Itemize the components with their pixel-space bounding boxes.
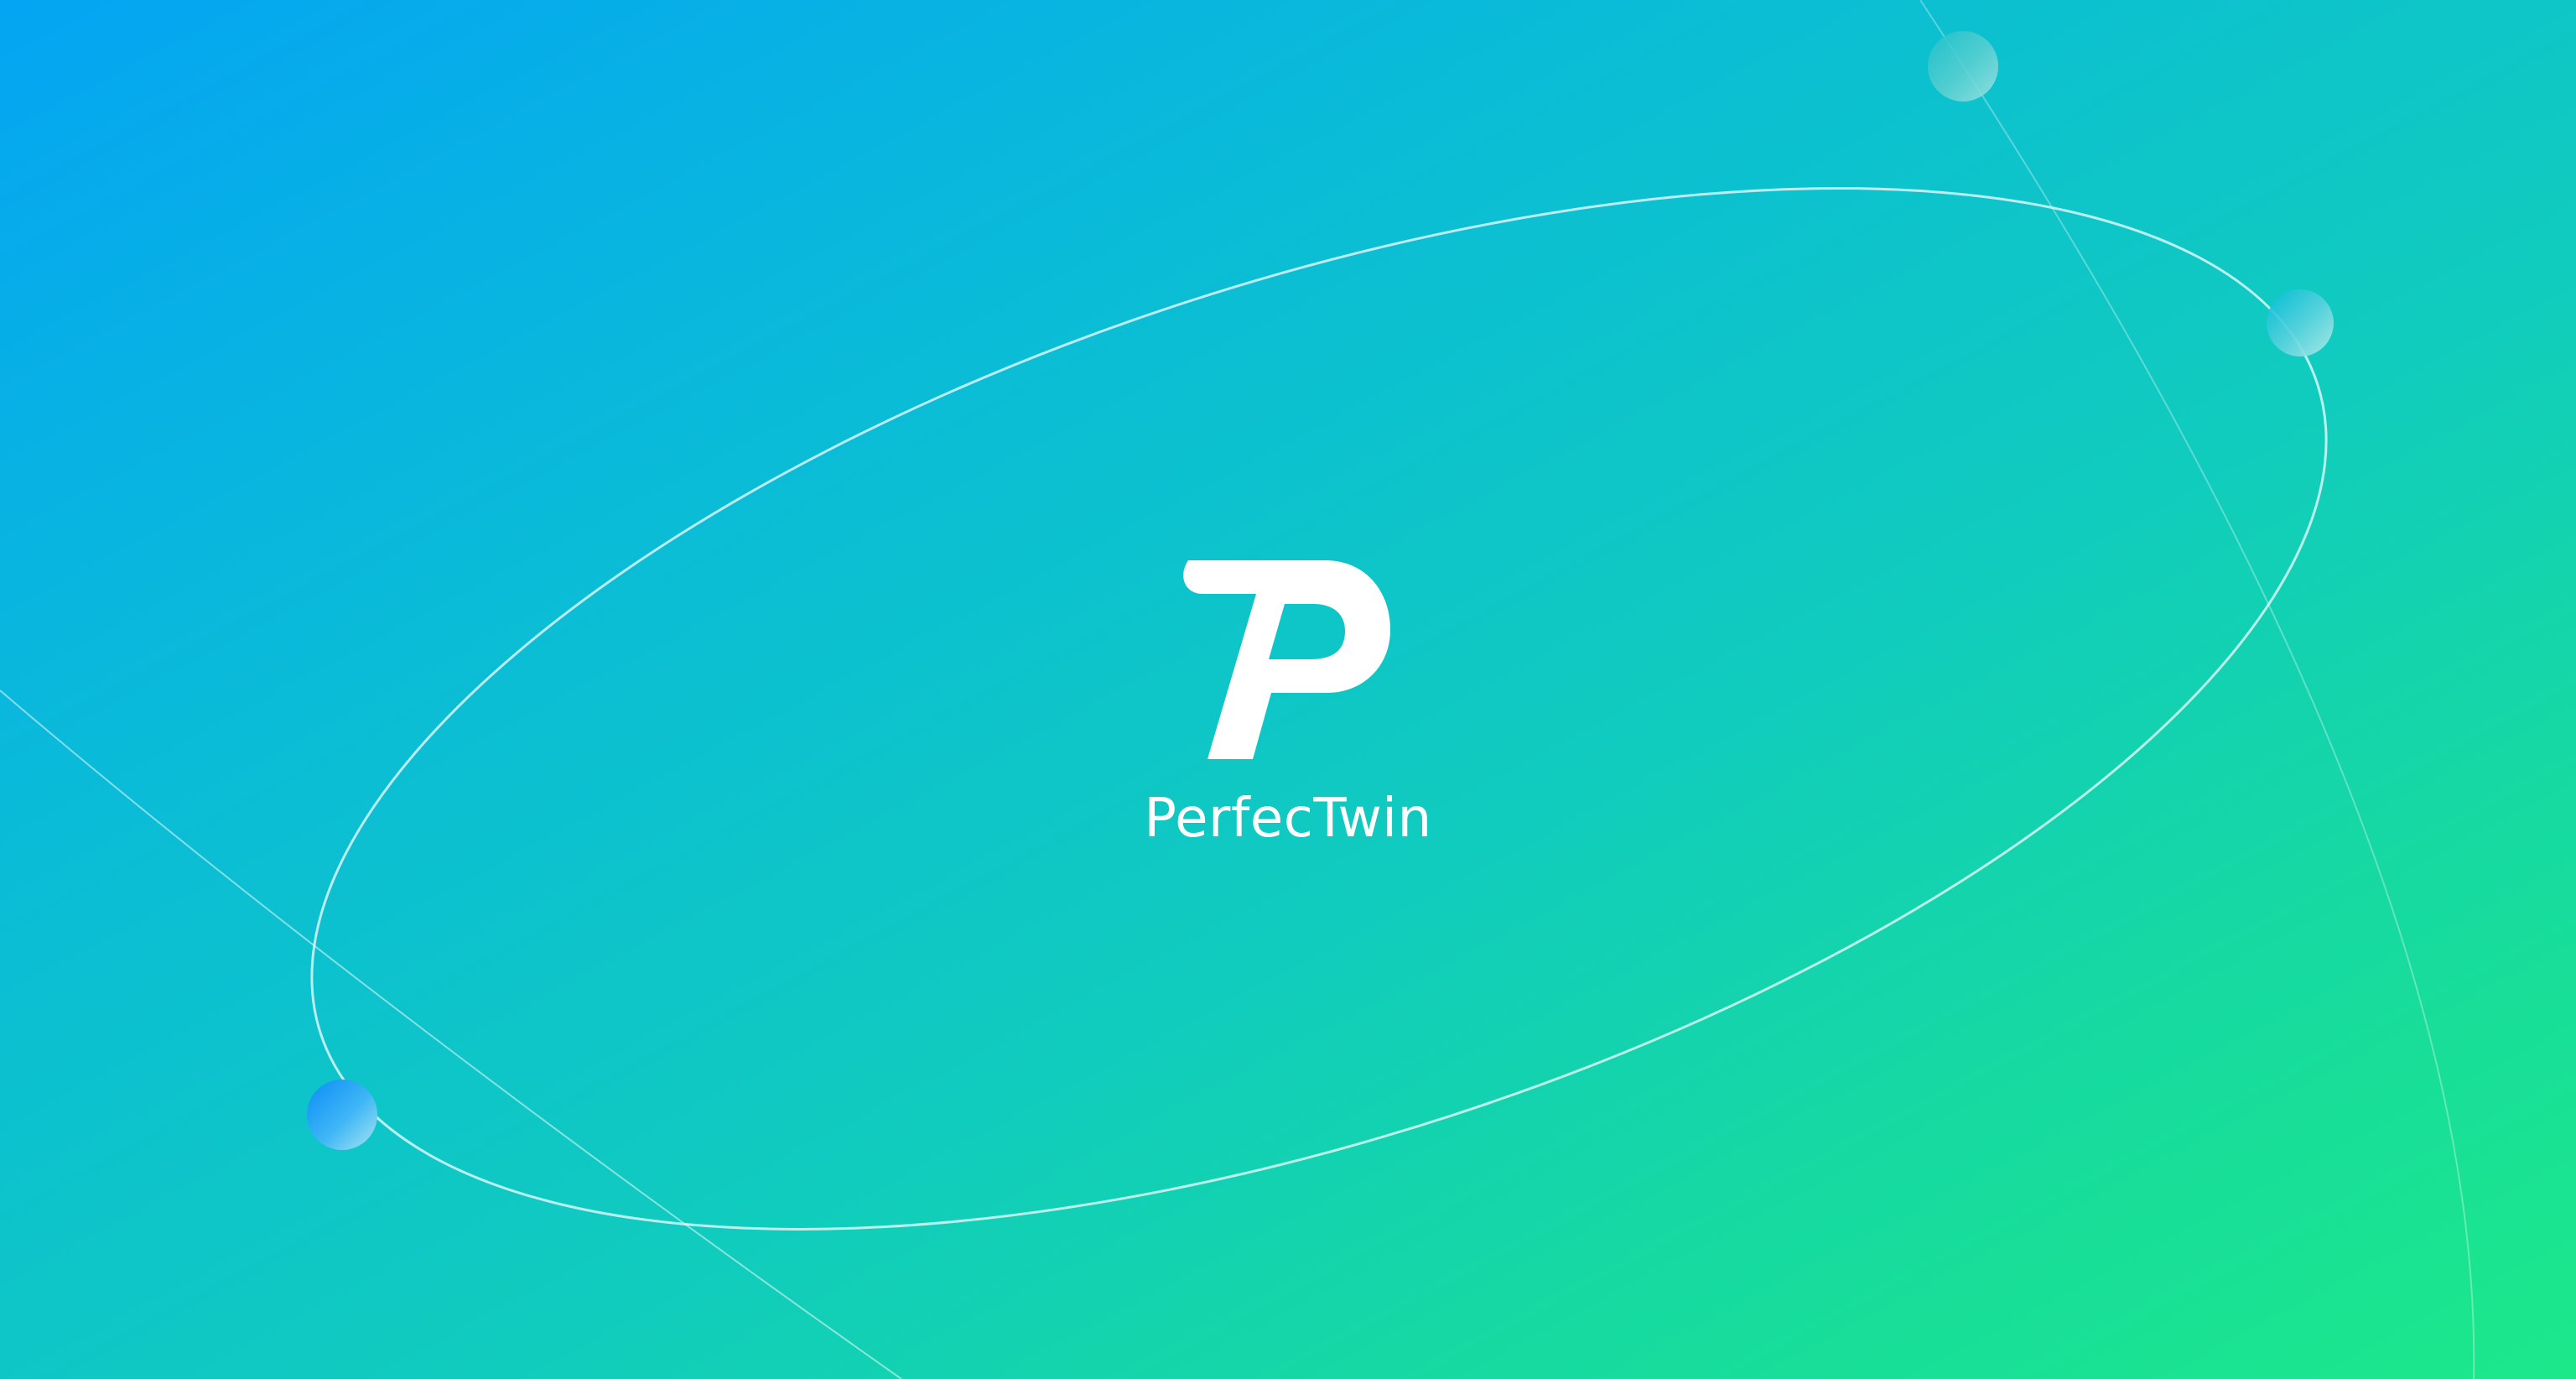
orbit-dot-right [2267,289,2334,356]
app-name: PerfecTwin [1144,788,1432,850]
orbit-dot-left [307,1080,377,1150]
splash-screen: PerfecTwin [0,0,2576,1379]
logo-p-shape [1183,560,1390,759]
perfectwin-logo-icon [1183,560,1390,759]
orbit-curve-left [0,690,902,1379]
brand-block: PerfecTwin [1120,554,1456,856]
orbit-curve-right [1919,0,2475,1379]
orbit-dot-top [1928,31,1998,101]
